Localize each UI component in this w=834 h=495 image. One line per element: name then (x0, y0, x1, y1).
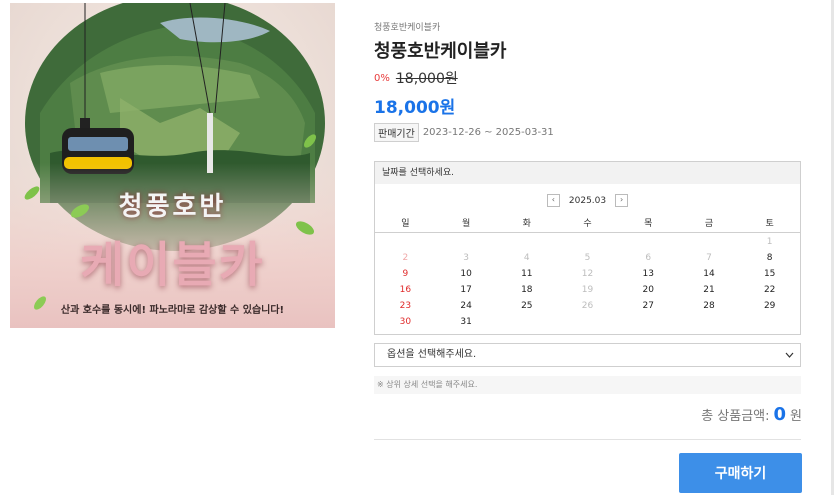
calendar-day: 19 (581, 285, 594, 295)
calendar-day[interactable]: 23 (375, 301, 436, 311)
date-picker: 날짜를 선택하세요. ‹ 2025.03 › 일월화수목금토 123456789… (374, 161, 801, 335)
calendar-day[interactable]: 14 (679, 269, 740, 279)
calendar-day: 5 (584, 253, 591, 263)
calendar-day[interactable]: 20 (618, 285, 679, 295)
calendar-day[interactable]: 17 (436, 285, 497, 295)
next-month-button[interactable]: › (615, 194, 629, 207)
calendar-day[interactable]: 18 (496, 285, 557, 295)
calendar-day[interactable]: 31 (436, 317, 497, 327)
calendar-day: 1 (766, 237, 773, 247)
calendar-day[interactable]: 16 (375, 285, 436, 295)
calendar-week-row: 16 17 18 19 20 21 22 (375, 282, 800, 298)
hero-caption: 산과 호수를 동시에! 파노라마로 감상할 수 있습니다! (60, 305, 285, 316)
calendar-day[interactable]: 30 (375, 317, 436, 327)
calendar-day: 3 (463, 253, 469, 263)
calendar-day: 6 (645, 253, 652, 263)
chevron-down-icon (785, 344, 794, 375)
date-picker-header: 날짜를 선택하세요. (375, 162, 800, 184)
weekday-label: 수 (583, 218, 592, 229)
total-value: 0 (773, 404, 787, 425)
calendar-day[interactable]: 21 (679, 285, 740, 295)
weekday-label: 금 (704, 218, 714, 229)
weekday-label: 일 (401, 218, 410, 229)
calendar-day[interactable]: 15 (739, 269, 800, 279)
buy-button[interactable]: 구매하기 (679, 453, 802, 493)
calendar-day[interactable]: 13 (618, 269, 679, 279)
calendar-day: 12 (581, 269, 594, 279)
calendar-day[interactable]: 9 (375, 269, 436, 279)
prev-month-button[interactable]: ‹ (546, 194, 560, 207)
hero-title-large: 케이블카 (80, 237, 265, 293)
sale-period-row: 판매기간 2023-12-26 ~ 2025-03-31 (374, 123, 554, 142)
calendar-grid: 일월화수목금토 1 2 3 4 5 6 7 8 9 10 11 12 13 14 15 16 17 18 19 20 2… (375, 212, 800, 330)
option-select[interactable]: 옵션을 선택해주세요. (374, 343, 801, 367)
total-unit: 원 (790, 409, 802, 424)
calendar-day: 2 (402, 253, 409, 263)
calendar-day[interactable]: 10 (436, 269, 497, 279)
option-hint: ※ 상위 상세 선택을 해주세요. (374, 376, 801, 394)
calendar-week-row: 23 24 25 26 27 28 29 (375, 298, 800, 314)
calendar-day[interactable]: 25 (496, 301, 557, 311)
calendar-week-row: 2 3 4 5 6 7 8 (375, 250, 800, 266)
calendar-day[interactable]: 22 (739, 285, 800, 295)
sale-price: 18,000원 (374, 98, 456, 118)
sale-period-value: 2023-12-26 ~ 2025-03-31 (422, 127, 554, 138)
calendar-day: 26 (581, 301, 594, 311)
weekday-label: 화 (522, 218, 531, 229)
divider (374, 439, 801, 440)
hero-title-small: 청풍호반 (118, 192, 227, 222)
weekday-row: 일월화수목금토 (375, 212, 800, 233)
weekday-label: 토 (765, 218, 774, 229)
weekday-label: 월 (461, 218, 471, 229)
calendar-day[interactable]: 27 (618, 301, 679, 311)
calendar-day[interactable]: 29 (739, 301, 800, 311)
discount-rate: 0% (374, 72, 390, 84)
calendar-day[interactable]: 24 (436, 301, 497, 311)
total-price-row: 총 상품금액: 0 원 (701, 404, 802, 425)
breadcrumb[interactable]: 청풍호반케이블카 (374, 20, 440, 33)
product-title: 청풍호반케이블카 (374, 41, 507, 62)
calendar-week-row: 1 (375, 234, 800, 250)
calendar-day: 4 (523, 253, 530, 263)
calendar-day[interactable]: 11 (496, 269, 557, 279)
total-label: 총 상품금액: (701, 409, 770, 424)
discount-row: 0% 18,000원 (374, 69, 458, 87)
current-month: 2025.03 (568, 195, 607, 206)
calendar-day: 7 (706, 253, 712, 263)
option-select-value: 옵션을 선택해주세요. (387, 349, 477, 360)
original-price: 18,000원 (395, 71, 458, 87)
sale-period-label: 판매기간 (374, 123, 419, 142)
calendar-day[interactable]: 8 (739, 253, 800, 263)
month-navigation: ‹ 2025.03 › (375, 194, 800, 207)
weekday-label: 목 (644, 218, 653, 229)
calendar-week-row: 30 31 (375, 314, 800, 330)
product-image: 청풍호반 케이블카 산과 호수를 동시에! 파노라마로 감상할 수 있습니다! (10, 3, 335, 328)
calendar-day[interactable]: 28 (679, 301, 740, 311)
calendar-week-row: 9 10 11 12 13 14 15 (375, 266, 800, 282)
